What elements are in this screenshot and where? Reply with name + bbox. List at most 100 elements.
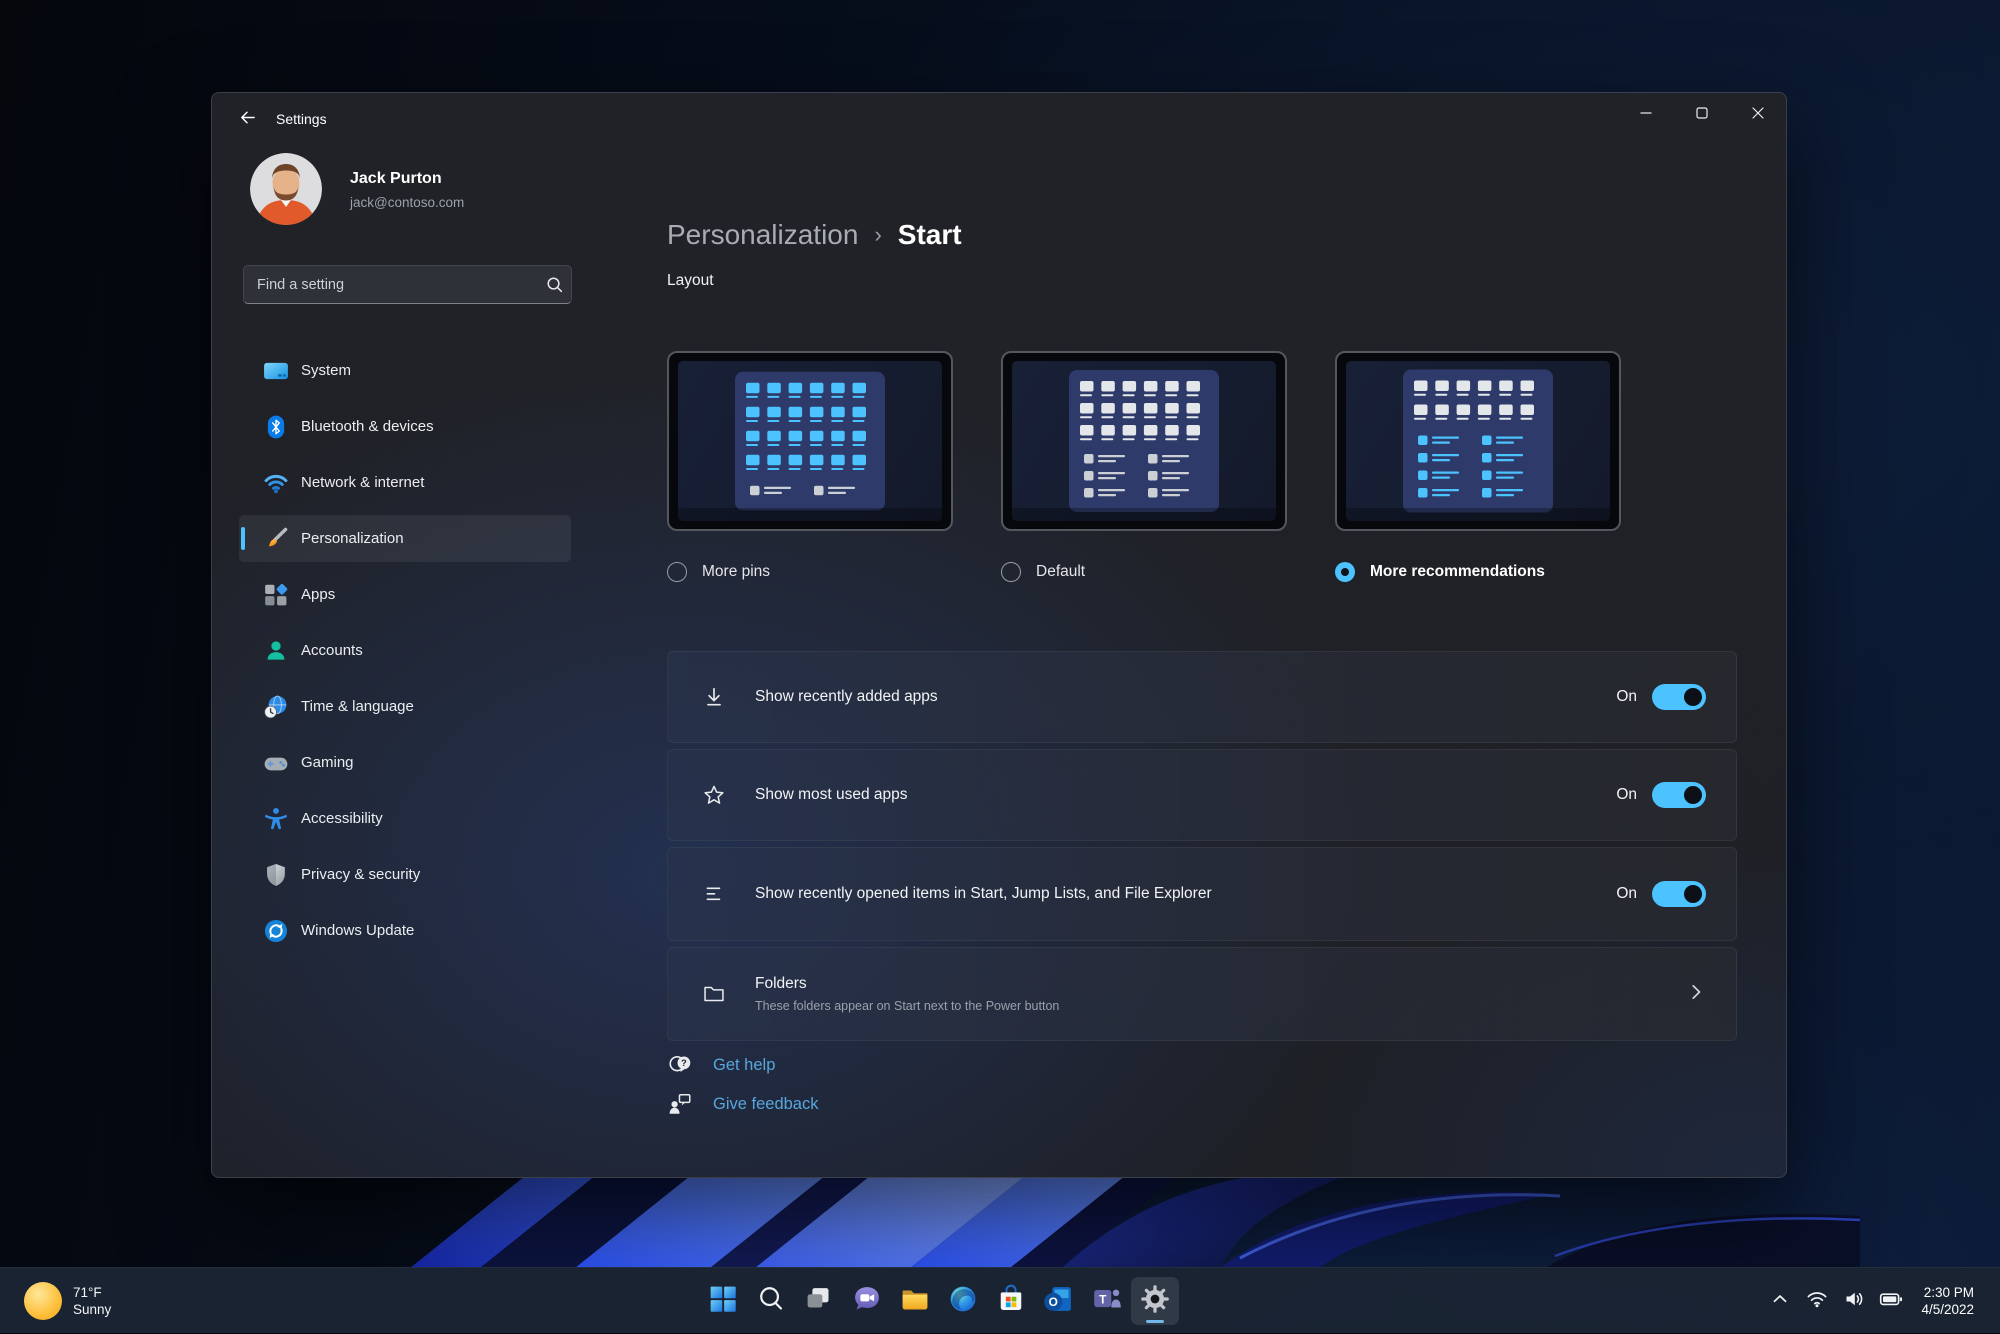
get-help-link[interactable]: ?Get help bbox=[667, 1051, 818, 1079]
layout-thumbnail-default[interactable] bbox=[1001, 351, 1287, 531]
get-help-icon: ? bbox=[667, 1052, 693, 1078]
taskbar-task-view-button[interactable] bbox=[795, 1277, 843, 1325]
sidebar-item-label: System bbox=[301, 362, 351, 379]
setting-row-label: Folders bbox=[755, 975, 1059, 993]
bluetooth-icon bbox=[263, 414, 289, 440]
system-icon bbox=[263, 358, 289, 384]
breadcrumb-parent[interactable]: Personalization bbox=[667, 219, 858, 251]
taskbar-settings-button[interactable] bbox=[1131, 1277, 1179, 1325]
tray-wifi[interactable] bbox=[1805, 1289, 1829, 1313]
clock-date: 4/5/2022 bbox=[1921, 1301, 1974, 1319]
close-button[interactable] bbox=[1730, 93, 1786, 137]
taskbar-store-button[interactable] bbox=[987, 1277, 1035, 1325]
folder-icon bbox=[702, 982, 726, 1006]
sidebar-item-label: Bluetooth & devices bbox=[301, 418, 434, 435]
chat-icon bbox=[848, 1280, 886, 1323]
sidebar-item-windows-update[interactable]: Windows Update bbox=[239, 907, 571, 954]
radio-more-recommendations[interactable] bbox=[1335, 562, 1355, 582]
sidebar-item-apps[interactable]: Apps bbox=[239, 571, 571, 618]
toggle-state-label: On bbox=[1616, 885, 1637, 903]
setting-row-label: Show recently added apps bbox=[755, 688, 938, 706]
volume-icon bbox=[1842, 1287, 1866, 1316]
sidebar-item-accounts[interactable]: Accounts bbox=[239, 627, 571, 674]
close-icon bbox=[1749, 104, 1767, 127]
link-label: Give feedback bbox=[713, 1095, 818, 1114]
weather-temp: 71°F bbox=[73, 1284, 111, 1301]
taskbar-start-button[interactable] bbox=[699, 1277, 747, 1325]
sidebar-item-gaming[interactable]: Gaming bbox=[239, 739, 571, 786]
tray-battery[interactable] bbox=[1879, 1289, 1903, 1313]
layout-section-label: Layout bbox=[667, 272, 714, 290]
download-icon bbox=[702, 686, 726, 708]
setting-row-folders[interactable]: FoldersThese folders appear on Start nex… bbox=[667, 947, 1737, 1041]
toggle-show-recently-added-apps[interactable] bbox=[1652, 684, 1706, 710]
outlook-icon: O bbox=[1040, 1280, 1078, 1323]
tray-volume[interactable] bbox=[1842, 1289, 1866, 1313]
layout-thumbnail-more-recommendations[interactable] bbox=[1335, 351, 1621, 531]
setting-row-text: FoldersThese folders appear on Start nex… bbox=[755, 975, 1059, 1013]
sidebar-item-accessibility[interactable]: Accessibility bbox=[239, 795, 571, 842]
layout-option-more-pins: More pins bbox=[667, 351, 953, 582]
accounts-icon bbox=[263, 638, 289, 664]
setting-row-show-recently-added-apps[interactable]: Show recently added appsOn bbox=[667, 651, 1737, 743]
sun-icon bbox=[24, 1282, 62, 1320]
taskbar-edge-button[interactable] bbox=[939, 1277, 987, 1325]
apps-icon bbox=[263, 582, 289, 608]
setting-row-show-most-used-apps[interactable]: Show most used appsOn bbox=[667, 749, 1737, 841]
radio-default[interactable] bbox=[1001, 562, 1021, 582]
taskbar-file-explorer-button[interactable] bbox=[891, 1277, 939, 1325]
sidebar-item-label: Privacy & security bbox=[301, 866, 420, 883]
sidebar-item-time-and-language[interactable]: Time & language bbox=[239, 683, 571, 730]
search-box bbox=[243, 265, 572, 304]
sidebar-item-personalization[interactable]: Personalization bbox=[239, 515, 571, 562]
toggle-show-recently-opened-items-in-start-jump-lists-and-file-explorer[interactable] bbox=[1652, 881, 1706, 907]
sidebar-item-system[interactable]: System bbox=[239, 347, 571, 394]
start-icon bbox=[704, 1280, 742, 1323]
taskbar-teams-button[interactable]: T bbox=[1083, 1277, 1131, 1325]
sidebar-item-privacy-and-security[interactable]: Privacy & security bbox=[239, 851, 571, 898]
weather-widget[interactable]: 71°F Sunny bbox=[14, 1268, 121, 1334]
layout-radio-row-more-pins: More pins bbox=[667, 562, 953, 582]
profile-name: Jack Purton bbox=[350, 170, 442, 188]
system-tray: 2:30 PM 4/5/2022 bbox=[1755, 1268, 1974, 1334]
setting-row-show-recently-opened-items-in-start-jump-lists-and-file-explorer[interactable]: Show recently opened items in Start, Jum… bbox=[667, 847, 1737, 941]
svg-text:O: O bbox=[1049, 1294, 1058, 1308]
setting-row-label: Show most used apps bbox=[755, 786, 908, 804]
give-feedback-link[interactable]: Give feedback bbox=[667, 1090, 818, 1118]
toggle-show-most-used-apps[interactable] bbox=[1652, 782, 1706, 808]
recent-items-icon bbox=[702, 883, 726, 905]
sidebar-item-network-and-internet[interactable]: Network & internet bbox=[239, 459, 571, 506]
svg-text:?: ? bbox=[681, 1058, 687, 1068]
chevron-right-icon bbox=[1686, 982, 1706, 1007]
radio-more-pins[interactable] bbox=[667, 562, 687, 582]
taskbar-outlook-button[interactable]: O bbox=[1035, 1277, 1083, 1325]
taskbar-search-button[interactable] bbox=[747, 1277, 795, 1325]
battery-icon bbox=[1878, 1286, 1904, 1317]
layout-radio-row-more-recommendations: More recommendations bbox=[1335, 562, 1621, 582]
layout-thumbnail-more-pins[interactable] bbox=[667, 351, 953, 531]
sidebar-item-label: Accounts bbox=[301, 642, 363, 659]
search-icon[interactable] bbox=[537, 275, 571, 294]
sidebar-item-label: Windows Update bbox=[301, 922, 414, 939]
tray-hidden-icons-chevron[interactable] bbox=[1768, 1289, 1792, 1313]
edge-icon bbox=[944, 1280, 982, 1323]
back-arrow-icon bbox=[238, 108, 257, 132]
sidebar-item-label: Gaming bbox=[301, 754, 354, 771]
user-profile[interactable]: Jack Purton jack@contoso.com bbox=[250, 153, 580, 227]
clock[interactable]: 2:30 PM 4/5/2022 bbox=[1921, 1284, 1974, 1319]
taskbar-chat-button[interactable] bbox=[843, 1277, 891, 1325]
avatar bbox=[250, 153, 322, 225]
store-icon bbox=[992, 1280, 1030, 1323]
setting-row-text: Show recently opened items in Start, Jum… bbox=[755, 885, 1212, 903]
search-icon bbox=[752, 1280, 790, 1323]
settings-window: Settings Jack Purton jack@contoso.com Sy… bbox=[211, 92, 1787, 1178]
sidebar-item-label: Network & internet bbox=[301, 474, 424, 491]
back-button[interactable] bbox=[230, 104, 264, 136]
weather-condition: Sunny bbox=[73, 1301, 111, 1318]
sidebar-item-bluetooth-and-devices[interactable]: Bluetooth & devices bbox=[239, 403, 571, 450]
search-input[interactable] bbox=[244, 277, 537, 293]
window-title: Settings bbox=[276, 111, 327, 127]
svg-text:T: T bbox=[1099, 1292, 1107, 1306]
setting-row-text: Show recently added apps bbox=[755, 688, 938, 706]
setting-row-text: Show most used apps bbox=[755, 786, 908, 804]
